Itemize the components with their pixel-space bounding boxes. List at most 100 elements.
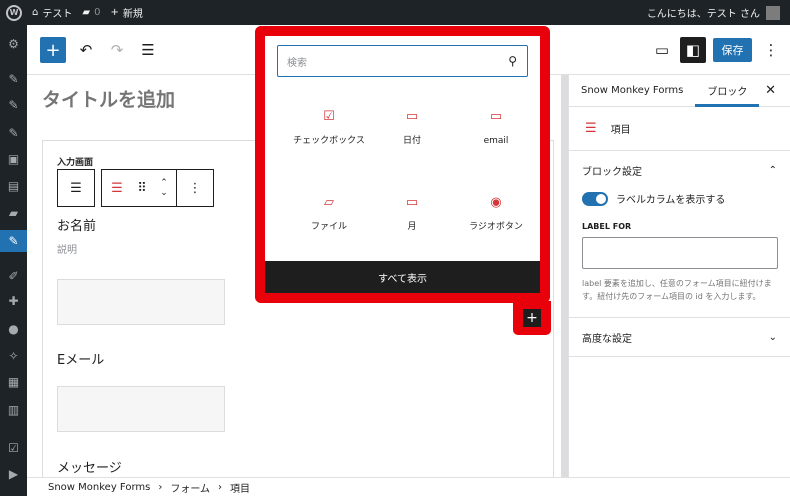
post-title[interactable]: タイトルを追加 xyxy=(42,85,175,112)
scrollbar[interactable] xyxy=(561,75,568,477)
wordpress-logo-icon[interactable]: W xyxy=(6,4,22,21)
search-placeholder: 検索 xyxy=(287,57,307,69)
breadcrumb-item[interactable]: 項目 xyxy=(230,480,250,495)
inserter-item-label: email xyxy=(483,136,509,146)
inserter-item-checkbox[interactable]: ☑ チェックボックス xyxy=(289,109,369,148)
list-view-icon[interactable]: ☰ xyxy=(135,37,161,63)
dashboard-icon[interactable]: ⚙ xyxy=(0,33,27,55)
pin-icon[interactable]: ✎ xyxy=(0,122,27,144)
drag-handle-icon[interactable]: ⠿ xyxy=(132,170,152,206)
check-icon[interactable]: ☑ xyxy=(0,437,27,459)
avatar xyxy=(766,5,780,20)
inserter-item-email[interactable]: ▭ email xyxy=(456,109,536,148)
inserter-item-label: 月 xyxy=(407,222,417,232)
inserter-item-month[interactable]: ▭ 月 xyxy=(372,195,452,234)
greeting: こんにちは、テスト さん xyxy=(646,9,760,20)
tools-icon[interactable]: ✧ xyxy=(0,345,27,367)
tab-snow-monkey-forms[interactable]: Snow Monkey Forms xyxy=(569,75,695,107)
email-input[interactable] xyxy=(57,386,225,432)
admin-bar: W ⌂ テスト ▰ 0 + 新規 こんにちは、テスト さん xyxy=(0,0,790,25)
comments-link[interactable]: ▰ 0 xyxy=(82,7,100,18)
close-icon[interactable]: ✕ xyxy=(765,83,776,98)
inline-inserter-button[interactable]: + xyxy=(523,309,541,327)
panel-header[interactable]: ブロック設定 ⌃ xyxy=(582,151,777,189)
media-icon[interactable]: ▣ xyxy=(0,148,27,170)
label-column-toggle[interactable] xyxy=(582,191,608,206)
settings-toggle-icon[interactable]: ◧ xyxy=(680,37,706,63)
plus-icon: + xyxy=(110,7,119,18)
month-icon: ▭ xyxy=(405,195,419,210)
chevron-down-icon: ⌄ xyxy=(768,331,777,343)
label-column-toggle-row: ラベルカラムを表示する xyxy=(582,191,777,206)
form-section-label: 入力画面 xyxy=(57,158,94,168)
new-content-link[interactable]: + 新規 xyxy=(110,5,142,20)
checkbox-icon: ☑ xyxy=(323,109,335,124)
site-name: テスト xyxy=(42,9,73,20)
inserter-item-label: 日付 xyxy=(402,136,421,146)
save-button[interactable]: 保存 xyxy=(713,38,752,62)
preview-icon[interactable]: ▭ xyxy=(649,37,675,63)
block-toolbar: ☰ ☰ ⠿ ⌃ ⌄ ⋮ xyxy=(57,169,214,207)
inserter-item-radio[interactable]: ◉ ラジオボタン xyxy=(456,195,536,234)
block-options-icon[interactable]: ⋮ xyxy=(177,170,213,206)
show-all-button[interactable]: すべて表示 xyxy=(265,261,540,293)
list-icon[interactable]: ☰ xyxy=(58,170,94,206)
settings-icon[interactable]: ▦ xyxy=(0,371,27,393)
block-toolbar-group: ☰ ⠿ ⌃ ⌄ xyxy=(101,169,177,207)
block-toolbar-group: ☰ xyxy=(57,169,95,207)
play-icon[interactable]: ▶ xyxy=(0,463,27,485)
advanced-panel: 高度な設定 ⌄ xyxy=(569,318,790,357)
more-options-icon[interactable]: ⋮ xyxy=(758,37,784,63)
field-label: メッセージ xyxy=(57,461,122,476)
comments-count: 0 xyxy=(94,7,101,18)
pin-icon[interactable]: ✎ xyxy=(0,68,27,90)
snow-monkey-forms-menu-icon[interactable]: ✎ xyxy=(0,230,27,252)
label-for-help: label 要素を追加し、任意のフォーム項目に紐付けます。紐付け先のフォーム項目… xyxy=(582,279,772,301)
admin-menu: ⚙ ✎ ✎ ✎ ▣ ▤ ▰ ✎ ✐ ✚ ● ✧ ▦ ▥ ☑ ▶ xyxy=(0,25,27,496)
new-label: 新規 xyxy=(122,9,143,20)
inserter-search-field[interactable]: 検索 ⚲ xyxy=(277,45,528,77)
radio-icon: ◉ xyxy=(490,195,502,210)
settings-tabs: Snow Monkey Forms ブロック ✕ xyxy=(569,75,790,107)
undo-icon[interactable]: ↶ xyxy=(73,37,99,63)
breadcrumb-item[interactable]: フォーム xyxy=(170,480,210,495)
item-block-icon[interactable]: ☰ xyxy=(102,170,132,206)
field-label: Eメール xyxy=(57,353,105,368)
breadcrumb-item[interactable]: Snow Monkey Forms xyxy=(48,482,150,493)
comment-icon: ▰ xyxy=(82,7,91,18)
chevron-up-icon: ⌃ xyxy=(768,164,777,176)
tab-block[interactable]: ブロック xyxy=(695,75,759,107)
toggle-knob xyxy=(596,193,606,204)
inserter-item-file[interactable]: ▱ ファイル xyxy=(289,195,369,234)
inserter-item-label: ラジオボタン xyxy=(469,222,523,232)
label-for-title: LABEL FOR xyxy=(582,222,632,231)
block-card: ☰ 項目 xyxy=(569,107,790,151)
block-settings-panel: ブロック設定 ⌃ ラベルカラムを表示する LABEL FOR label 要素を… xyxy=(569,151,790,318)
pin-icon[interactable]: ✎ xyxy=(0,94,27,116)
redo-icon[interactable]: ↷ xyxy=(104,37,130,63)
home-icon: ⌂ xyxy=(32,7,39,18)
plugins-icon[interactable]: ✚ xyxy=(0,290,27,312)
pages-icon[interactable]: ▤ xyxy=(0,175,27,197)
field-description: 説明 xyxy=(57,245,77,256)
toggle-label: ラベルカラムを表示する xyxy=(616,195,726,206)
panel-header[interactable]: 高度な設定 ⌄ xyxy=(582,318,777,356)
name-input[interactable] xyxy=(57,279,225,325)
grid-icon[interactable]: ▥ xyxy=(0,399,27,421)
settings-sidebar: Snow Monkey Forms ブロック ✕ ☰ 項目 ブロック設定 ⌃ ラ… xyxy=(568,75,790,477)
inline-inserter-highlight: + xyxy=(513,301,551,335)
appearance-icon[interactable]: ✐ xyxy=(0,265,27,287)
site-name-link[interactable]: ⌂ テスト xyxy=(32,5,72,20)
block-inserter-toggle-button[interactable]: + xyxy=(40,37,66,63)
comments-icon[interactable]: ▰ xyxy=(0,202,27,224)
folder-icon: ▱ xyxy=(324,195,334,210)
panel-title: ブロック設定 xyxy=(582,166,642,178)
move-up-down-icon[interactable]: ⌃ ⌄ xyxy=(152,170,176,206)
inserter-item-date[interactable]: ▭ 日付 xyxy=(372,109,452,148)
users-icon[interactable]: ● xyxy=(0,318,27,340)
label-for-input[interactable] xyxy=(582,237,778,269)
search-icon: ⚲ xyxy=(508,54,517,68)
inserter-item-label: チェックボックス xyxy=(293,136,365,146)
user-menu[interactable]: こんにちは、テスト さん xyxy=(647,5,780,20)
field-label: お名前 xyxy=(57,219,97,234)
